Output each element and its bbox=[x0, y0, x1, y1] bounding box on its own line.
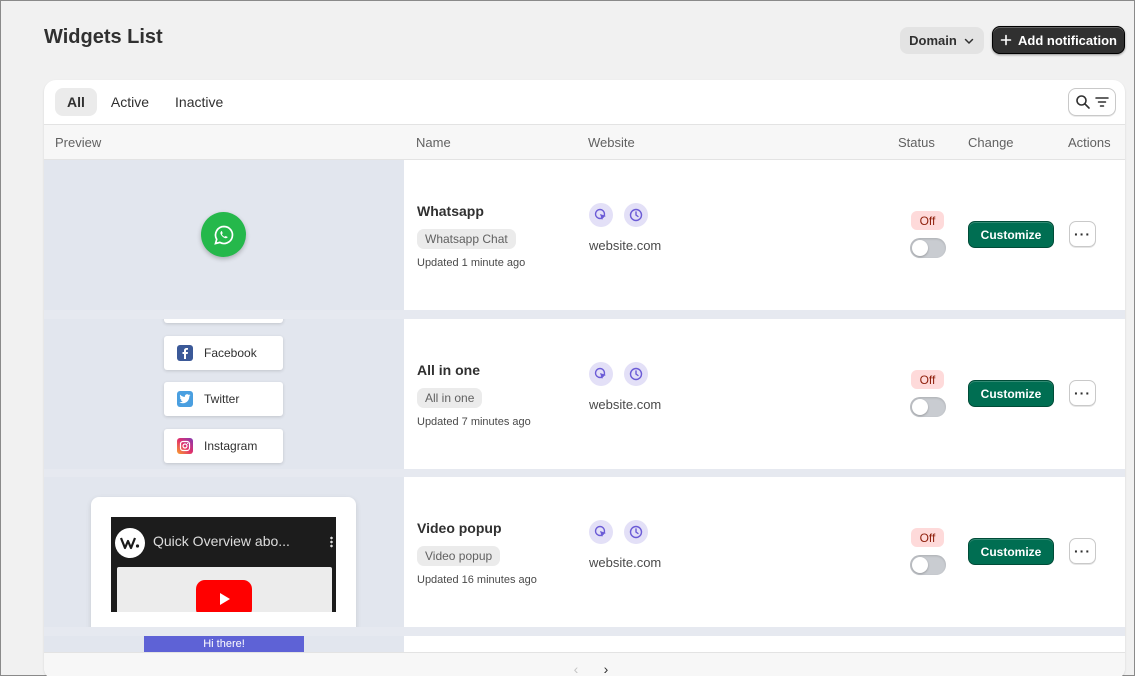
channel-logo bbox=[115, 528, 145, 558]
filter-tabs: All Active Inactive bbox=[55, 88, 235, 116]
row-divider bbox=[44, 627, 1125, 636]
table-row: Facebook Twitter Instagram All in one Al… bbox=[44, 319, 1125, 469]
click-target-icon[interactable] bbox=[589, 362, 613, 386]
more-actions-button[interactable]: ··· bbox=[1069, 538, 1096, 564]
whatsapp-icon bbox=[201, 212, 246, 257]
row-divider bbox=[44, 310, 1125, 319]
updated-time: Updated 7 minutes ago bbox=[417, 416, 531, 428]
hi-there-banner: Hi there! bbox=[144, 636, 304, 652]
clock-icon[interactable] bbox=[624, 362, 648, 386]
widget-type-tag: Video popup bbox=[417, 546, 501, 566]
social-button-partial bbox=[164, 319, 283, 323]
status-badge: Off bbox=[911, 528, 944, 547]
click-target-icon[interactable] bbox=[589, 203, 613, 227]
more-actions-button[interactable]: ··· bbox=[1069, 221, 1096, 247]
updated-time: Updated 16 minutes ago bbox=[417, 574, 537, 586]
instagram-label: Instagram bbox=[204, 439, 258, 453]
status-badge: Off bbox=[911, 370, 944, 389]
search-icon bbox=[1075, 95, 1090, 109]
next-page-button[interactable]: › bbox=[595, 659, 617, 676]
website-domain: website.com bbox=[589, 397, 662, 412]
click-target-icon[interactable] bbox=[589, 520, 613, 544]
more-actions-button[interactable]: ··· bbox=[1069, 380, 1096, 406]
add-notification-button[interactable]: Add notification bbox=[992, 26, 1125, 54]
facebook-button: Facebook bbox=[164, 336, 283, 370]
twitter-icon bbox=[177, 391, 193, 407]
website-domain: website.com bbox=[589, 238, 662, 253]
status-toggle[interactable] bbox=[910, 555, 946, 575]
twitter-button: Twitter bbox=[164, 382, 283, 416]
col-website: Website bbox=[588, 135, 635, 150]
customize-button[interactable]: Customize bbox=[968, 538, 1054, 565]
col-actions: Actions bbox=[1068, 135, 1111, 150]
video-thumbnail: Quick Overview abo... bbox=[111, 517, 336, 612]
whatsapp-preview bbox=[44, 160, 404, 310]
filter-icon bbox=[1094, 97, 1109, 107]
instagram-icon bbox=[177, 438, 193, 454]
col-name: Name bbox=[416, 135, 451, 150]
add-notification-label: Add notification bbox=[1018, 32, 1117, 48]
table-row: Quick Overview abo... Video popup Video … bbox=[44, 477, 1125, 627]
widget-type-tag: All in one bbox=[417, 388, 483, 408]
widgets-card: All Active Inactive Preview Name Website… bbox=[44, 80, 1125, 676]
clock-icon[interactable] bbox=[624, 203, 648, 227]
col-preview: Preview bbox=[55, 135, 102, 150]
widget-name: Video popup bbox=[417, 520, 502, 536]
domain-label: Domain bbox=[909, 33, 957, 48]
updated-time: Updated 1 minute ago bbox=[417, 257, 526, 269]
widget-name: All in one bbox=[417, 362, 480, 378]
table-row: Whatsapp Whatsapp Chat Updated 1 minute … bbox=[44, 160, 1125, 310]
hi-there-label: Hi there! bbox=[203, 638, 245, 650]
popup-preview: Hi there! bbox=[44, 636, 404, 652]
twitter-label: Twitter bbox=[204, 392, 240, 406]
video-popup-preview: Quick Overview abo... bbox=[44, 477, 404, 627]
instagram-button: Instagram bbox=[164, 429, 283, 463]
status-badge: Off bbox=[911, 211, 944, 230]
tab-active[interactable]: Active bbox=[99, 88, 161, 116]
facebook-icon bbox=[177, 345, 193, 361]
video-title: Quick Overview abo... bbox=[153, 533, 290, 549]
widget-type-tag: Whatsapp Chat bbox=[417, 229, 516, 249]
table-header: Preview Name Website Status Change Actio… bbox=[44, 124, 1125, 160]
all-in-one-preview: Facebook Twitter Instagram bbox=[44, 319, 404, 469]
widget-name: Whatsapp bbox=[417, 203, 484, 219]
tab-all[interactable]: All bbox=[55, 88, 97, 116]
status-toggle[interactable] bbox=[910, 397, 946, 417]
facebook-label: Facebook bbox=[204, 346, 257, 360]
domain-dropdown[interactable]: Domain bbox=[900, 27, 984, 54]
plus-icon bbox=[1000, 34, 1012, 46]
pagination: ‹ › bbox=[565, 659, 617, 676]
play-icon bbox=[196, 580, 252, 612]
col-status: Status bbox=[898, 135, 935, 150]
video-card: Quick Overview abo... bbox=[91, 497, 356, 627]
customize-button[interactable]: Customize bbox=[968, 380, 1054, 407]
search-filter-button[interactable] bbox=[1068, 88, 1116, 116]
status-toggle[interactable] bbox=[910, 238, 946, 258]
col-change: Change bbox=[968, 135, 1014, 150]
table-row: Hi there! bbox=[44, 636, 1125, 652]
website-domain: website.com bbox=[589, 555, 662, 570]
tab-inactive[interactable]: Inactive bbox=[163, 88, 235, 116]
chevron-down-icon bbox=[964, 38, 974, 44]
customize-button[interactable]: Customize bbox=[968, 221, 1054, 248]
page-title: Widgets List bbox=[44, 26, 163, 48]
clock-icon[interactable] bbox=[624, 520, 648, 544]
prev-page-button[interactable]: ‹ bbox=[565, 659, 587, 676]
kebab-icon bbox=[330, 536, 333, 548]
